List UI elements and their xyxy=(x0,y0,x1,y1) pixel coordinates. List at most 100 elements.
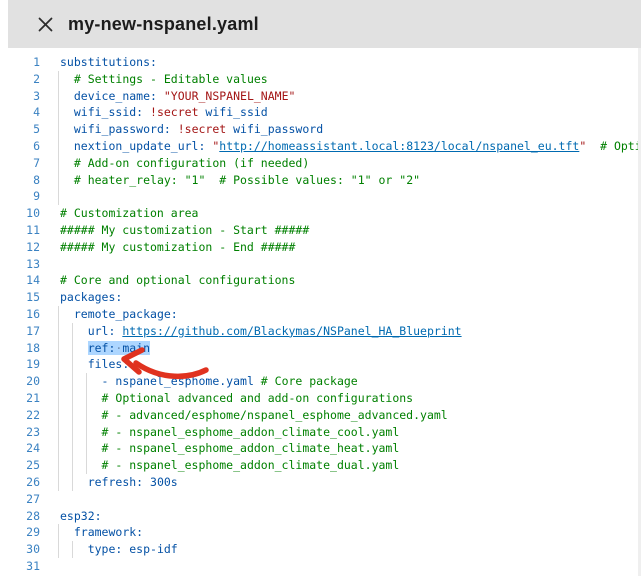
line-number[interactable]: 18 xyxy=(0,340,40,357)
code-text: # - nspanel_esphome_addon_climate_dual.y… xyxy=(40,457,641,474)
selected-token: ref: xyxy=(88,341,116,355)
line-number[interactable]: 7 xyxy=(0,155,40,172)
line-number[interactable]: 3 xyxy=(0,88,40,105)
code-line[interactable]: 2 # Settings - Editable values xyxy=(0,71,641,88)
line-number[interactable]: 5 xyxy=(0,121,40,138)
code-line[interactable]: 29 framework: xyxy=(0,524,641,541)
code-line[interactable]: 4 wifi_ssid: !secret wifi_ssid xyxy=(0,104,641,121)
indent-guide xyxy=(58,474,59,491)
line-number[interactable]: 1 xyxy=(0,54,40,71)
line-number[interactable]: 25 xyxy=(0,457,40,474)
code-token: type: xyxy=(88,542,130,556)
code-line[interactable]: 5 wifi_password: !secret wifi_password xyxy=(0,121,641,138)
code-token: wifi_password xyxy=(226,122,323,136)
line-number[interactable]: 4 xyxy=(0,104,40,121)
line-number[interactable]: 19 xyxy=(0,356,40,373)
line-number[interactable]: 8 xyxy=(0,172,40,189)
line-number[interactable]: 10 xyxy=(0,205,40,222)
code-token: # - advanced/esphome/nspanel_esphome_adv… xyxy=(102,408,448,422)
code-token xyxy=(60,458,102,472)
code-line[interactable]: 12##### My customization - End ##### xyxy=(0,239,641,256)
indent-guide xyxy=(58,71,59,88)
code-text: # Settings - Editable values xyxy=(40,71,641,88)
line-number[interactable]: 23 xyxy=(0,424,40,441)
code-line[interactable]: 18 ref:·main xyxy=(0,340,641,357)
code-token: packages: xyxy=(60,290,122,304)
line-number[interactable]: 31 xyxy=(0,558,40,575)
code-line[interactable]: 21 # Optional advanced and add-on config… xyxy=(0,390,641,407)
code-line[interactable]: 1 substitutions: xyxy=(0,54,641,71)
code-line[interactable]: 24 # - nspanel_esphome_addon_climate_hea… xyxy=(0,440,641,457)
code-line[interactable]: 30 type: esp-idf xyxy=(0,541,641,558)
code-token: remote_package: xyxy=(74,307,178,321)
line-number[interactable]: 22 xyxy=(0,407,40,424)
code-editor[interactable]: 1 substitutions: 2 # Settings - Editable v… xyxy=(0,48,641,576)
code-line[interactable]: 27 xyxy=(0,491,641,508)
code-token: substitutions: xyxy=(60,55,157,69)
selected-token: main xyxy=(122,341,150,355)
indent-guide xyxy=(58,457,59,474)
code-line[interactable]: 3 device_name: "YOUR_NSPANEL_NAME" xyxy=(0,88,641,105)
line-number[interactable]: 13 xyxy=(0,256,40,273)
line-number[interactable]: 12 xyxy=(0,239,40,256)
code-line[interactable]: 25 # - nspanel_esphome_addon_climate_dua… xyxy=(0,457,641,474)
code-token: framework: xyxy=(74,525,143,539)
code-token xyxy=(60,72,74,86)
line-number[interactable]: 2 xyxy=(0,71,40,88)
code-line[interactable]: 8 # heater_relay: "1" # Possible values:… xyxy=(0,172,641,189)
line-number[interactable]: 20 xyxy=(0,373,40,390)
code-line[interactable]: 6 nextion_update_url: "http://homeassist… xyxy=(0,138,641,155)
line-number[interactable]: 6 xyxy=(0,138,40,155)
code-token: !secret xyxy=(150,105,198,119)
code-line[interactable]: 14 # Core and optional configurations xyxy=(0,272,641,289)
code-token xyxy=(60,122,74,136)
indent-guide xyxy=(58,138,59,155)
line-number[interactable]: 14 xyxy=(0,272,40,289)
code-line[interactable]: 10# Customization area xyxy=(0,205,641,222)
close-icon[interactable] xyxy=(36,15,54,33)
code-line[interactable]: 23 # - nspanel_esphome_addon_climate_coo… xyxy=(0,424,641,441)
code-text: files: xyxy=(40,356,641,373)
code-line[interactable]: 17 url: https://github.com/Blackymas/NSP… xyxy=(0,323,641,340)
code-line[interactable]: 9 xyxy=(0,188,641,205)
code-token: # Core and optional configurations xyxy=(60,273,295,287)
line-number[interactable]: 11 xyxy=(0,222,40,239)
code-line[interactable]: 26 refresh: 300s xyxy=(0,474,641,491)
indent-guide xyxy=(58,121,59,138)
code-line[interactable]: 22 # - advanced/esphome/nspanel_esphome_… xyxy=(0,407,641,424)
code-token: files: xyxy=(88,357,130,371)
code-token: wifi_ssid xyxy=(199,105,268,119)
code-line[interactable]: 7 # Add-on configuration (if needed) xyxy=(0,155,641,172)
line-number[interactable]: 30 xyxy=(0,541,40,558)
line-number[interactable]: 16 xyxy=(0,306,40,323)
code-line[interactable]: 11##### My customization - Start ##### xyxy=(0,222,641,239)
code-token: wifi_ssid: xyxy=(74,105,150,119)
code-token: # Settings - Editable values xyxy=(74,72,268,86)
code-line[interactable]: 19 files: xyxy=(0,356,641,373)
line-number[interactable]: 28 xyxy=(0,508,40,525)
code-text xyxy=(40,188,641,205)
code-line[interactable]: 28esp32: xyxy=(0,508,641,525)
line-number[interactable]: 15 xyxy=(0,289,40,306)
line-number[interactable]: 17 xyxy=(0,323,40,340)
line-number[interactable]: 21 xyxy=(0,390,40,407)
line-number[interactable]: 27 xyxy=(0,491,40,508)
code-token xyxy=(60,156,74,170)
code-line[interactable]: 15 packages: xyxy=(0,289,641,306)
code-token: refresh: xyxy=(88,475,150,489)
code-token xyxy=(60,425,102,439)
code-line[interactable]: 16 remote_package: xyxy=(0,306,641,323)
code-text: # heater_relay: "1" # Possible values: "… xyxy=(40,172,641,189)
code-line[interactable]: 20 - nspanel_esphome.yaml # Core package xyxy=(0,373,641,390)
line-number[interactable]: 29 xyxy=(0,524,40,541)
code-area: 1 substitutions: 2 # Settings - Editable v… xyxy=(0,54,641,575)
line-number[interactable]: 9 xyxy=(0,188,40,205)
indent-guide xyxy=(86,440,87,457)
line-number[interactable]: 24 xyxy=(0,440,40,457)
indent-guide xyxy=(58,340,59,357)
code-text: # Core and optional configurations xyxy=(40,272,641,289)
editor-window: my-new-nspanel.yaml 1substitutions:2 # S… xyxy=(0,0,641,576)
code-line[interactable]: 13 xyxy=(0,256,641,273)
code-line[interactable]: 31 xyxy=(0,558,641,575)
line-number[interactable]: 26 xyxy=(0,474,40,491)
